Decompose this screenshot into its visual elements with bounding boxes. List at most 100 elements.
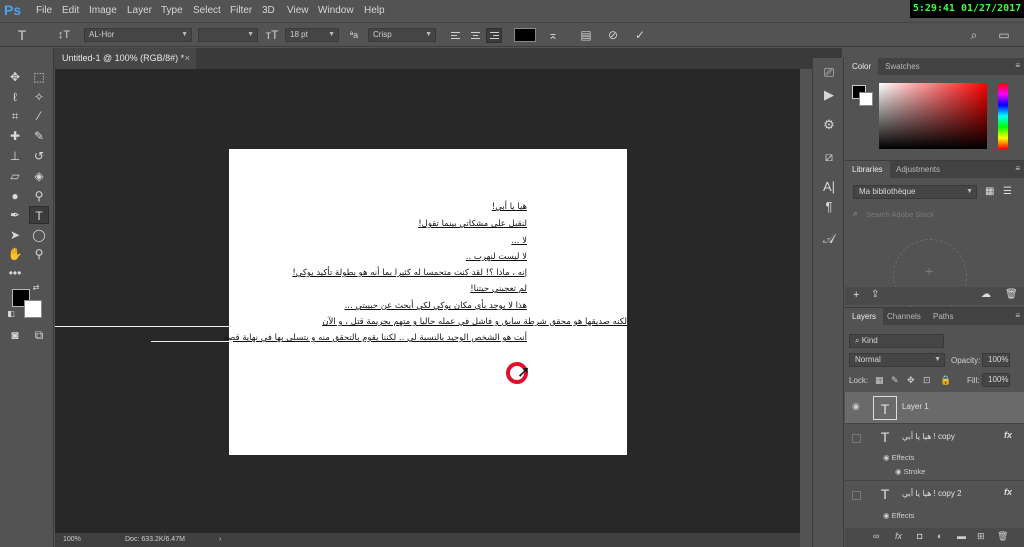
character-panel-icon[interactable]: ▤: [578, 27, 594, 43]
brush-tool-icon[interactable]: ✎: [29, 127, 49, 145]
new-group-icon[interactable]: ▬: [957, 531, 966, 541]
add-mask-icon[interactable]: ◘: [917, 531, 922, 541]
menu-filter[interactable]: Filter: [230, 5, 252, 16]
background-color-swatch[interactable]: [24, 300, 42, 318]
fx-icon[interactable]: fx: [1004, 430, 1012, 440]
layer-name[interactable]: هيا يا أبي ! copy: [902, 432, 955, 441]
tab-channels[interactable]: Channels: [880, 308, 928, 325]
canvas-text-line[interactable]: إنه ، ماذا ؟! لقد كنت متحمسا له كثيرا بم…: [292, 267, 527, 279]
align-left-button[interactable]: [447, 28, 463, 43]
default-colors-icon[interactable]: ◧: [4, 308, 18, 320]
more-tools-icon[interactable]: •••: [5, 264, 25, 282]
panel-menu-icon[interactable]: ≡: [1015, 311, 1020, 320]
adjustment-layer-icon[interactable]: ◐: [937, 531, 942, 541]
link-layers-icon[interactable]: ∞: [873, 531, 879, 541]
document-tab[interactable]: Untitled-1 @ 100% (RGB/8#) * ×: [54, 48, 196, 69]
toggle-orientation-icon[interactable]: ↕T: [56, 27, 72, 43]
healing-brush-icon[interactable]: ✚: [5, 127, 25, 145]
eye-hidden-icon[interactable]: [852, 434, 861, 443]
lock-transparent-icon[interactable]: ▦: [875, 375, 884, 386]
lock-all-icon[interactable]: 🔒: [940, 375, 951, 386]
panel-menu-icon[interactable]: ≡: [1015, 164, 1020, 173]
eraser-tool-icon[interactable]: ▱: [5, 167, 25, 185]
lock-position-icon[interactable]: ✥: [907, 375, 915, 386]
eye-icon[interactable]: ◉: [883, 511, 892, 520]
layer-row[interactable]: T هيا يا أبي ! copy fx ◉ Effects ◉ Strok…: [845, 425, 1024, 481]
add-icon[interactable]: +: [925, 263, 933, 279]
creative-cloud-icon[interactable]: ☁: [981, 289, 991, 300]
workspace-icon[interactable]: ▭: [996, 27, 1012, 43]
layer-name[interactable]: Layer 1: [902, 402, 929, 411]
list-view-icon[interactable]: ☰: [1003, 186, 1012, 197]
character-icon[interactable]: A|: [819, 178, 839, 196]
align-right-button[interactable]: [486, 28, 502, 43]
canvas-text-line[interactable]: لا ليست لنهرب ..: [466, 251, 527, 263]
paragraph-icon[interactable]: ¶: [819, 198, 839, 216]
antialias-select[interactable]: Crisp ▼: [368, 28, 436, 42]
history-brush-icon[interactable]: ↺: [29, 147, 49, 165]
tab-layers[interactable]: Layers: [845, 308, 884, 325]
layer-row[interactable]: ◉ T Layer 1: [845, 392, 1024, 424]
fill-field[interactable]: 100%: [982, 373, 1010, 387]
canvas-text-line[interactable]: لنقبل على مشكاتي بينما تقول!: [418, 218, 527, 230]
menu-type[interactable]: Type: [161, 5, 183, 16]
type-tool-icon[interactable]: T: [29, 206, 49, 224]
font-style-select[interactable]: ▼: [198, 28, 258, 42]
eye-icon[interactable]: ◉: [895, 467, 904, 476]
background-color-swatch[interactable]: [859, 92, 873, 106]
screen-mode-icon[interactable]: ⧉: [29, 326, 49, 344]
align-center-button[interactable]: [467, 28, 483, 43]
zoom-tool-icon[interactable]: ⚲: [29, 245, 49, 263]
menu-window[interactable]: Window: [318, 5, 354, 16]
tab-adjustments[interactable]: Adjustments: [889, 161, 947, 178]
paint-bucket-icon[interactable]: ◈: [29, 167, 49, 185]
glyphs-icon[interactable]: 𝒜: [819, 230, 839, 248]
menu-edit[interactable]: Edit: [62, 5, 79, 16]
eye-icon[interactable]: ◉: [852, 401, 860, 412]
lock-artboard-icon[interactable]: ⊡: [923, 375, 931, 386]
menu-layer[interactable]: Layer: [127, 5, 152, 16]
tab-paths[interactable]: Paths: [926, 308, 960, 325]
menu-3d[interactable]: 3D: [262, 5, 275, 16]
eye-hidden-icon[interactable]: [852, 491, 861, 500]
blend-mode-select[interactable]: Normal ▼: [849, 353, 945, 367]
tab-color[interactable]: Color: [845, 58, 879, 75]
tab-libraries[interactable]: Libraries: [845, 161, 890, 178]
tab-swatches[interactable]: Swatches: [878, 58, 927, 75]
add-style-icon[interactable]: fx: [895, 531, 902, 541]
menu-image[interactable]: Image: [89, 5, 117, 16]
hand-tool-icon[interactable]: ✋: [5, 245, 25, 263]
pen-tool-icon[interactable]: ✒: [5, 206, 25, 224]
library-select[interactable]: Ma bibliothèque ▼: [853, 185, 977, 199]
stock-search-input[interactable]: Search Adobe Stock: [866, 210, 934, 219]
warp-text-icon[interactable]: ⌅: [545, 27, 561, 43]
marquee-tool-icon[interactable]: ⬚: [29, 68, 49, 86]
color-picker-field[interactable]: [879, 83, 987, 149]
chevron-right-icon[interactable]: ›: [219, 533, 221, 547]
layer-filter-select[interactable]: ⌕ Kind: [849, 334, 944, 348]
eye-icon[interactable]: ◉: [883, 453, 892, 462]
canvas-text-line[interactable]: أنت هو الشخص الوحيد بالنسبة لي .. لكننا …: [224, 332, 527, 344]
swap-colors-icon[interactable]: ⇄: [29, 282, 43, 294]
blur-tool-icon[interactable]: ●: [5, 187, 25, 205]
dodge-tool-icon[interactable]: ⚲: [29, 187, 49, 205]
stroke-effect[interactable]: ◉ Stroke: [895, 467, 925, 476]
panel-menu-icon[interactable]: ≡: [1015, 61, 1020, 70]
layer-name[interactable]: هيا يا أبي ! copy 2: [902, 489, 962, 498]
lasso-tool-icon[interactable]: ℓ: [5, 88, 25, 106]
eyedropper-tool-icon[interactable]: ⁄: [29, 107, 49, 125]
lock-image-icon[interactable]: ✎: [891, 375, 899, 386]
path-selection-icon[interactable]: ➤: [5, 226, 25, 244]
history-icon[interactable]: ⎚: [819, 64, 839, 82]
opacity-field[interactable]: 100%: [982, 353, 1010, 367]
font-family-select[interactable]: AL-Hor ▼: [84, 28, 192, 42]
close-icon[interactable]: ×: [185, 48, 190, 69]
layer-row[interactable]: T هيا يا أبي ! copy 2 fx ◉ Effects: [845, 482, 1024, 526]
document-canvas[interactable]: هيا يا أبي! لنقبل على مشكاتي بينما تقول!…: [224, 149, 627, 455]
add-content-icon[interactable]: +: [853, 289, 859, 301]
brush-presets-icon[interactable]: ⧄: [819, 148, 839, 166]
canvas-text-line[interactable]: لكنه صديقها هو محقق شرطة سابق و فاشل في …: [322, 316, 627, 328]
menu-file[interactable]: File: [36, 5, 52, 16]
canvas-text-line[interactable]: لم تعجبني حيتنا!: [470, 283, 527, 295]
quick-mask-icon[interactable]: ◙: [5, 326, 25, 344]
